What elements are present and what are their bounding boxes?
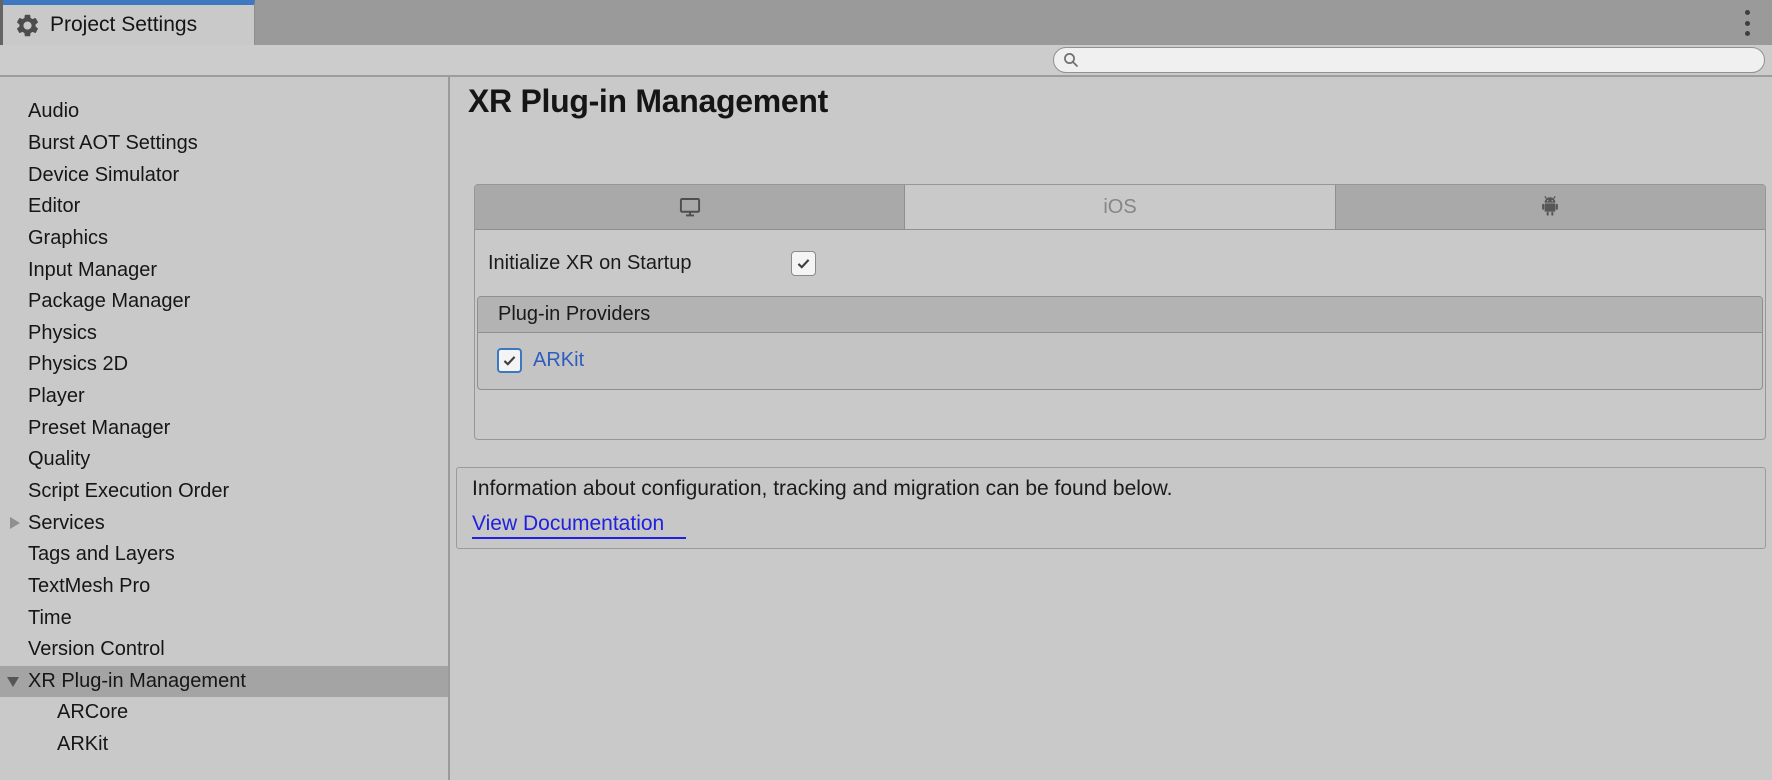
project-settings-window-tab[interactable]: Project Settings xyxy=(3,0,255,45)
sidebar-item-textmesh-pro[interactable]: TextMesh Pro xyxy=(0,571,448,603)
documentation-info-box: Information about configuration, trackin… xyxy=(456,467,1766,549)
arkit-provider-label[interactable]: ARKit xyxy=(533,349,584,372)
sidebar-item-burst-aot-settings[interactable]: Burst AOT Settings xyxy=(0,128,448,160)
page-title: XR Plug-in Management xyxy=(468,83,828,120)
plugin-providers-group: Plug-in Providers ARKit xyxy=(477,296,1763,390)
sidebar-item-physics-2d[interactable]: Physics 2D xyxy=(0,349,448,381)
sidebar-item-version-control[interactable]: Version Control xyxy=(0,634,448,666)
toolbar xyxy=(0,45,1772,77)
sidebar-item-services[interactable]: Services xyxy=(0,507,448,539)
window-tab-title: Project Settings xyxy=(50,13,197,37)
monitor-icon xyxy=(677,194,703,220)
tab-desktop[interactable] xyxy=(475,185,905,229)
sidebar-item-tags-and-layers[interactable]: Tags and Layers xyxy=(0,539,448,571)
search-box[interactable] xyxy=(1053,47,1765,73)
platform-tab-bar: iOS xyxy=(475,185,1765,230)
settings-category-list: Audio Burst AOT Settings Device Simulato… xyxy=(0,77,448,760)
checkmark-icon xyxy=(795,255,812,272)
view-documentation-link[interactable]: View Documentation xyxy=(472,512,686,539)
title-bar: Project Settings xyxy=(0,0,1772,45)
xr-management-frame: iOS xyxy=(474,184,1766,440)
settings-detail-pane: XR Plug-in Management iOS xyxy=(452,77,1772,780)
gear-icon xyxy=(14,12,41,39)
arkit-checkbox[interactable] xyxy=(497,348,522,373)
sidebar-item-arcore[interactable]: ARCore xyxy=(0,697,448,729)
sidebar-item-time[interactable]: Time xyxy=(0,602,448,634)
sidebar-item-physics[interactable]: Physics xyxy=(0,317,448,349)
tab-ios[interactable]: iOS xyxy=(905,185,1334,229)
sidebar-item-arkit[interactable]: ARKit xyxy=(0,729,448,761)
sidebar-item-device-simulator[interactable]: Device Simulator xyxy=(0,159,448,191)
foldout-collapsed-icon[interactable] xyxy=(10,517,20,529)
sidebar-item-editor[interactable]: Editor xyxy=(0,191,448,223)
settings-sidebar: Audio Burst AOT Settings Device Simulato… xyxy=(0,77,450,780)
kebab-menu-icon[interactable] xyxy=(1741,10,1753,36)
sidebar-item-graphics[interactable]: Graphics xyxy=(0,223,448,255)
checkmark-icon xyxy=(501,352,518,369)
sidebar-item-package-manager[interactable]: Package Manager xyxy=(0,286,448,318)
tab-android[interactable] xyxy=(1335,185,1765,229)
search-input[interactable] xyxy=(1080,50,1754,70)
sidebar-item-quality[interactable]: Quality xyxy=(0,444,448,476)
sidebar-item-script-execution-order[interactable]: Script Execution Order xyxy=(0,476,448,508)
search-icon xyxy=(1062,51,1080,69)
sidebar-item-preset-manager[interactable]: Preset Manager xyxy=(0,412,448,444)
initialize-xr-checkbox[interactable] xyxy=(791,251,816,276)
info-text: Information about configuration, trackin… xyxy=(472,477,1750,501)
android-icon xyxy=(1537,194,1563,220)
sidebar-item-xr-plugin-management[interactable]: XR Plug-in Management xyxy=(0,666,448,698)
sidebar-item-audio[interactable]: Audio xyxy=(0,96,448,128)
sidebar-item-input-manager[interactable]: Input Manager xyxy=(0,254,448,286)
foldout-expanded-icon[interactable] xyxy=(7,677,19,687)
initialize-xr-label: Initialize XR on Startup xyxy=(488,252,791,275)
sidebar-item-player[interactable]: Player xyxy=(0,381,448,413)
plugin-providers-header: Plug-in Providers xyxy=(478,297,1762,333)
provider-row-arkit: ARKit xyxy=(478,333,1762,373)
initialize-xr-row: Initialize XR on Startup xyxy=(475,248,1765,278)
